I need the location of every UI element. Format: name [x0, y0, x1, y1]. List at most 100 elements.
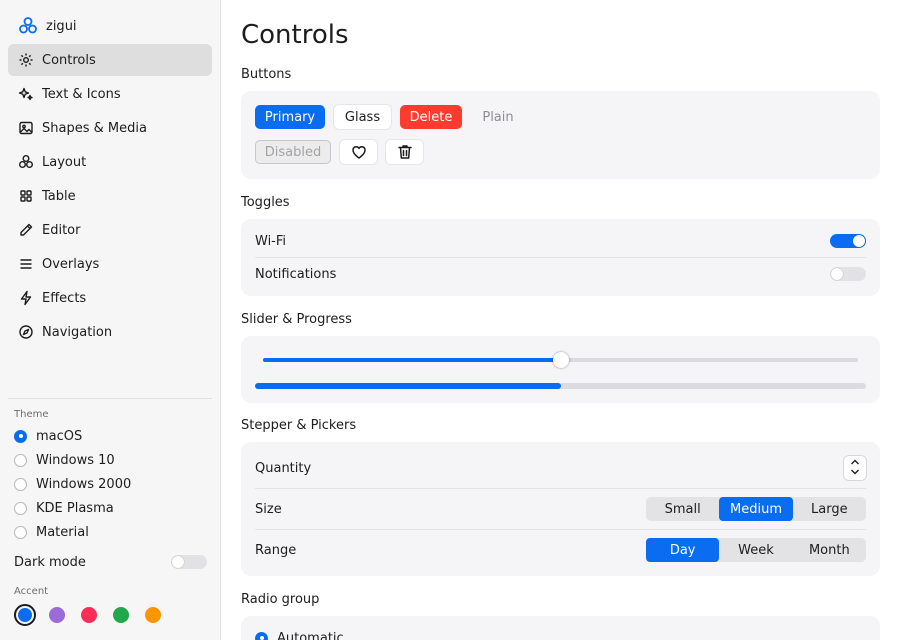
- sidebar-item-navigation[interactable]: Navigation: [8, 316, 212, 348]
- section-label-stepper-pickers: Stepper & Pickers: [241, 418, 357, 433]
- radio-selected-icon[interactable]: [255, 631, 268, 640]
- theme-option-label: Material: [36, 524, 89, 540]
- value-slider[interactable]: [263, 352, 858, 368]
- row-divider: [255, 529, 866, 530]
- buttons-card: Primary Glass Delete Plain Disabled: [241, 91, 880, 179]
- segment-medium[interactable]: Medium: [719, 497, 793, 521]
- table-icon: [18, 188, 34, 204]
- theme-option-label: Windows 10: [36, 452, 115, 468]
- theme-option-material[interactable]: Material: [14, 520, 131, 544]
- trash-icon: [397, 145, 412, 159]
- toggle-label-notifications: Notifications: [255, 266, 337, 282]
- page-title: Controls: [241, 20, 349, 50]
- sidebar-item-text-icons[interactable]: Text & Icons: [8, 78, 212, 110]
- accent-swatch-green[interactable]: [113, 607, 129, 623]
- theme-option-windows-10[interactable]: Windows 10: [14, 448, 131, 472]
- segment-day[interactable]: Day: [646, 538, 720, 562]
- notifications-toggle[interactable]: [830, 267, 866, 281]
- sidebar-item-label: Editor: [42, 222, 81, 238]
- radio-selected-icon[interactable]: [14, 429, 27, 443]
- slider-progress-card: [241, 336, 880, 403]
- chevron-up-icon[interactable]: [850, 458, 860, 468]
- chevron-down-icon[interactable]: [850, 468, 860, 478]
- sidebar-item-overlays[interactable]: Overlays: [8, 248, 212, 280]
- sidebar-item-label: Controls: [42, 52, 96, 68]
- sidebar-item-shapes-media[interactable]: Shapes & Media: [8, 112, 212, 144]
- theme-option-label: KDE Plasma: [36, 500, 114, 516]
- sidebar-item-controls[interactable]: Controls: [8, 44, 212, 76]
- section-label-buttons: Buttons: [241, 67, 292, 82]
- radio-icon[interactable]: [14, 477, 27, 491]
- wifi-toggle[interactable]: [830, 234, 866, 248]
- bolt-icon: [18, 290, 34, 306]
- primary-button[interactable]: Primary: [255, 105, 325, 129]
- accent-swatch-blue[interactable]: [14, 604, 36, 626]
- glass-button[interactable]: Glass: [334, 105, 391, 129]
- plain-button[interactable]: Plain: [471, 105, 525, 129]
- segment-week[interactable]: Week: [719, 538, 792, 562]
- section-label-radio-group: Radio group: [241, 592, 320, 607]
- accent-swatches: [14, 604, 177, 626]
- dark-mode-toggle[interactable]: [171, 555, 207, 569]
- disabled-button: Disabled: [255, 140, 331, 164]
- app-logo-icon: [18, 16, 38, 36]
- sidebar-item-label: Shapes & Media: [42, 120, 147, 136]
- segment-small[interactable]: Small: [646, 497, 719, 521]
- main-content: Controls Buttons Primary Glass Delete Pl…: [241, 0, 880, 640]
- theme-option-macos[interactable]: macOS: [14, 424, 131, 448]
- accent-label: Accent: [14, 586, 49, 597]
- quantity-stepper[interactable]: [844, 456, 866, 480]
- list-icon: [18, 256, 34, 272]
- accent-swatch-purple[interactable]: [49, 607, 65, 623]
- section-label-toggles: Toggles: [241, 195, 290, 210]
- progress-bar: [255, 383, 866, 389]
- radio-icon[interactable]: [14, 501, 27, 515]
- radio-icon[interactable]: [14, 453, 27, 467]
- range-segmented-control: Day Week Month: [646, 538, 866, 562]
- accent-swatch-pink[interactable]: [81, 607, 97, 623]
- size-segmented-control: Small Medium Large: [646, 497, 866, 521]
- app-header: zigui: [18, 16, 77, 36]
- radio-icon[interactable]: [14, 525, 27, 539]
- slider-fill: [263, 358, 561, 362]
- theme-option-label: Windows 2000: [36, 476, 132, 492]
- dark-mode-label: Dark mode: [14, 554, 86, 570]
- sidebar-item-label: Layout: [42, 154, 87, 170]
- stepper-pickers-card: Quantity Size Small Medium Large Range D…: [241, 442, 880, 576]
- theme-option-label: macOS: [36, 428, 83, 444]
- sidebar-item-editor[interactable]: Editor: [8, 214, 212, 246]
- delete-button[interactable]: Delete: [400, 105, 462, 129]
- segment-large[interactable]: Large: [793, 497, 866, 521]
- sidebar-item-label: Navigation: [42, 324, 113, 340]
- dark-mode-row: Dark mode: [14, 552, 207, 572]
- toggle-row-wifi: Wi-Fi: [255, 231, 866, 251]
- slider-thumb[interactable]: [552, 352, 569, 368]
- sidebar-item-label: Overlays: [42, 256, 100, 272]
- sparkle-icon: [18, 86, 34, 102]
- layout-icon: [18, 154, 34, 170]
- sidebar-item-table[interactable]: Table: [8, 180, 212, 212]
- sidebar: zigui Controls Text & Icons Shapes & Med…: [0, 0, 221, 640]
- theme-label: Theme: [14, 409, 49, 420]
- section-label-slider-progress: Slider & Progress: [241, 312, 352, 327]
- range-label: Range: [255, 542, 297, 558]
- favorite-button[interactable]: [340, 140, 377, 164]
- accent-swatch-orange[interactable]: [145, 607, 161, 623]
- trash-button[interactable]: [386, 140, 423, 164]
- sidebar-item-effects[interactable]: Effects: [8, 282, 212, 314]
- sidebar-item-layout[interactable]: Layout: [8, 146, 212, 178]
- segment-month[interactable]: Month: [793, 538, 866, 562]
- theme-option-windows-2000[interactable]: Windows 2000: [14, 472, 131, 496]
- sidebar-divider: [8, 398, 212, 399]
- quantity-row: Quantity: [255, 456, 866, 480]
- radio-option-label: Automatic: [277, 630, 344, 640]
- toggle-row-notifications: Notifications: [255, 264, 866, 284]
- size-row: Size Small Medium Large: [255, 497, 866, 521]
- radio-group-card: Automatic: [241, 616, 880, 640]
- theme-option-kde-plasma[interactable]: KDE Plasma: [14, 496, 131, 520]
- sidebar-item-label: Effects: [42, 290, 87, 306]
- heart-icon: [351, 146, 366, 159]
- gear-icon: [18, 52, 34, 68]
- radio-option-automatic[interactable]: Automatic: [255, 626, 344, 640]
- row-divider: [255, 257, 866, 258]
